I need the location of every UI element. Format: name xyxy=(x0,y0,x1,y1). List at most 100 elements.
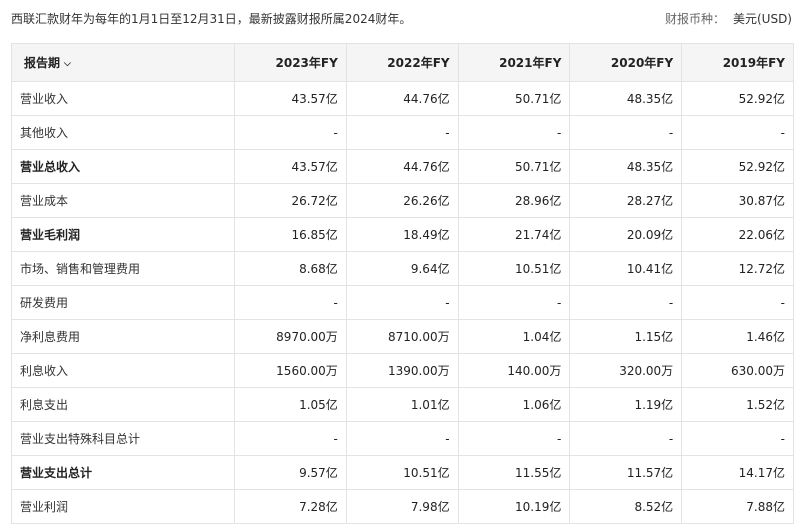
table-row: 净利息费用 8970.00万 8710.00万 1.04亿 1.15亿 1.46亿 xyxy=(11,319,794,354)
table-row: 营业收入 43.57亿 44.76亿 50.71亿 48.35亿 52.92亿 xyxy=(11,81,794,116)
table-row: 营业总收入 43.57亿 44.76亿 50.71亿 48.35亿 52.92亿 xyxy=(11,149,794,184)
table-cell: 11.55亿 xyxy=(457,455,571,490)
period-dropdown[interactable]: 报告期 ⌵ xyxy=(11,43,235,82)
income-statement-table-wrap: 报告期 ⌵ 2023年FY 2022年FY 2021年FY 2020年FY 201… xyxy=(11,43,794,524)
table-cell: - xyxy=(457,115,571,150)
table-body: 营业收入 43.57亿 44.76亿 50.71亿 48.35亿 52.92亿 其他收入 - -… xyxy=(11,81,794,524)
table-cell: 22.06亿 xyxy=(681,217,794,252)
table-cell: 1.52亿 xyxy=(681,387,794,422)
table-cell: - xyxy=(457,285,571,320)
table-row: 营业成本 26.72亿 26.26亿 28.96亿 28.27亿 30.87亿 xyxy=(11,183,794,218)
table-cell: 28.27亿 xyxy=(569,183,683,218)
table-cell: 1.15亿 xyxy=(569,319,683,354)
row-label: 营业支出总计 xyxy=(11,455,235,490)
table-cell: 10.19亿 xyxy=(457,489,571,524)
chevron-down-icon: ⌵ xyxy=(64,59,71,69)
table-cell: 10.41亿 xyxy=(569,251,683,286)
table-cell: 11.57亿 xyxy=(569,455,683,490)
row-label: 营业总收入 xyxy=(11,149,235,184)
table-cell: 48.35亿 xyxy=(569,81,683,116)
table-cell: 43.57亿 xyxy=(234,149,347,184)
row-label: 研发费用 xyxy=(11,285,235,320)
table-cell: 10.51亿 xyxy=(457,251,571,286)
table-row: 其他收入 - - - - - xyxy=(11,115,794,150)
table-row: 营业利润 7.28亿 7.98亿 10.19亿 8.52亿 7.88亿 xyxy=(11,489,794,524)
table-cell: 1.46亿 xyxy=(681,319,794,354)
table-cell: 18.49亿 xyxy=(345,217,459,252)
table-row: 营业支出总计 9.57亿 10.51亿 11.55亿 11.57亿 14.17亿 xyxy=(11,455,794,490)
row-label: 营业利润 xyxy=(11,489,235,524)
table-cell: - xyxy=(234,421,347,456)
table-cell: 8710.00万 xyxy=(345,319,459,354)
column-header: 2020年FY xyxy=(569,43,683,82)
column-header: 2022年FY xyxy=(345,43,459,82)
table-cell: - xyxy=(345,421,459,456)
row-label: 营业收入 xyxy=(11,81,235,116)
column-header: 2019年FY xyxy=(681,43,794,82)
table-cell: 1.05亿 xyxy=(234,387,347,422)
table-row: 营业毛利润 16.85亿 18.49亿 21.74亿 20.09亿 22.06亿 xyxy=(11,217,794,252)
table-cell: - xyxy=(457,421,571,456)
table-row: 市场、销售和管理费用 8.68亿 9.64亿 10.51亿 10.41亿 12.72亿 xyxy=(11,251,794,286)
table-cell: - xyxy=(681,421,794,456)
table-cell: 26.72亿 xyxy=(234,183,347,218)
table-cell: 44.76亿 xyxy=(345,81,459,116)
table-cell: 28.96亿 xyxy=(457,183,571,218)
table-cell: 52.92亿 xyxy=(681,149,794,184)
table-cell: 52.92亿 xyxy=(681,81,794,116)
table-row: 利息收入 1560.00万 1390.00万 140.00万 320.00万 630.00… xyxy=(11,353,794,388)
table-cell: 1390.00万 xyxy=(345,353,459,388)
table-cell: - xyxy=(345,285,459,320)
table-cell: 9.57亿 xyxy=(234,455,347,490)
table-row: 利息支出 1.05亿 1.01亿 1.06亿 1.19亿 1.52亿 xyxy=(11,387,794,422)
table-cell: - xyxy=(681,115,794,150)
fiscal-year-note: 西联汇款财年为每年的1月1日至12月31日，最新披露财报所属2024财年。 xyxy=(11,12,412,26)
table-cell: 21.74亿 xyxy=(457,217,571,252)
table-cell: 44.76亿 xyxy=(345,149,459,184)
table-cell: 30.87亿 xyxy=(681,183,794,218)
table-cell: 16.85亿 xyxy=(234,217,347,252)
table-cell: - xyxy=(569,115,683,150)
table-cell: 630.00万 xyxy=(681,353,794,388)
table-cell: 7.28亿 xyxy=(234,489,347,524)
row-label: 利息支出 xyxy=(11,387,235,422)
table-cell: 26.26亿 xyxy=(345,183,459,218)
top-bar: 西联汇款财年为每年的1月1日至12月31日，最新披露财报所属2024财年。 财报… xyxy=(0,0,800,40)
table-cell: 12.72亿 xyxy=(681,251,794,286)
table-cell: 43.57亿 xyxy=(234,81,347,116)
table-row: 营业支出特殊科目总计 - - - - - xyxy=(11,421,794,456)
row-label: 净利息费用 xyxy=(11,319,235,354)
table-header-row: 报告期 ⌵ 2023年FY 2022年FY 2021年FY 2020年FY 201… xyxy=(11,43,794,82)
table-cell: 8970.00万 xyxy=(234,319,347,354)
table-cell: 50.71亿 xyxy=(457,81,571,116)
table-cell: 1.04亿 xyxy=(457,319,571,354)
currency-label: 财报币种： xyxy=(664,12,725,26)
currency-value: 美元(USD) xyxy=(732,12,792,26)
table-cell: 1.01亿 xyxy=(345,387,459,422)
row-label: 营业成本 xyxy=(11,183,235,218)
row-label: 市场、销售和管理费用 xyxy=(11,251,235,286)
table-cell: 14.17亿 xyxy=(681,455,794,490)
table-cell: 8.68亿 xyxy=(234,251,347,286)
table-cell: 1.19亿 xyxy=(569,387,683,422)
table-cell: 8.52亿 xyxy=(569,489,683,524)
table-row: 研发费用 - - - - - xyxy=(11,285,794,320)
table-cell: 7.88亿 xyxy=(681,489,794,524)
table-cell: 140.00万 xyxy=(457,353,571,388)
table-cell: 7.98亿 xyxy=(345,489,459,524)
income-statement-table: 报告期 ⌵ 2023年FY 2022年FY 2021年FY 2020年FY 201… xyxy=(11,43,794,524)
table-cell: - xyxy=(234,285,347,320)
table-cell: 48.35亿 xyxy=(569,149,683,184)
table-cell: 1.06亿 xyxy=(457,387,571,422)
table-cell: 9.64亿 xyxy=(345,251,459,286)
table-cell: - xyxy=(345,115,459,150)
row-label: 营业支出特殊科目总计 xyxy=(11,421,235,456)
period-label: 报告期 xyxy=(24,56,61,70)
table-cell: - xyxy=(681,285,794,320)
table-cell: 10.51亿 xyxy=(345,455,459,490)
table-cell: - xyxy=(569,285,683,320)
table-cell: - xyxy=(569,421,683,456)
table-cell: 320.00万 xyxy=(569,353,683,388)
currency-info: 财报币种： 美元(USD) xyxy=(665,10,792,27)
table-cell: 20.09亿 xyxy=(569,217,683,252)
